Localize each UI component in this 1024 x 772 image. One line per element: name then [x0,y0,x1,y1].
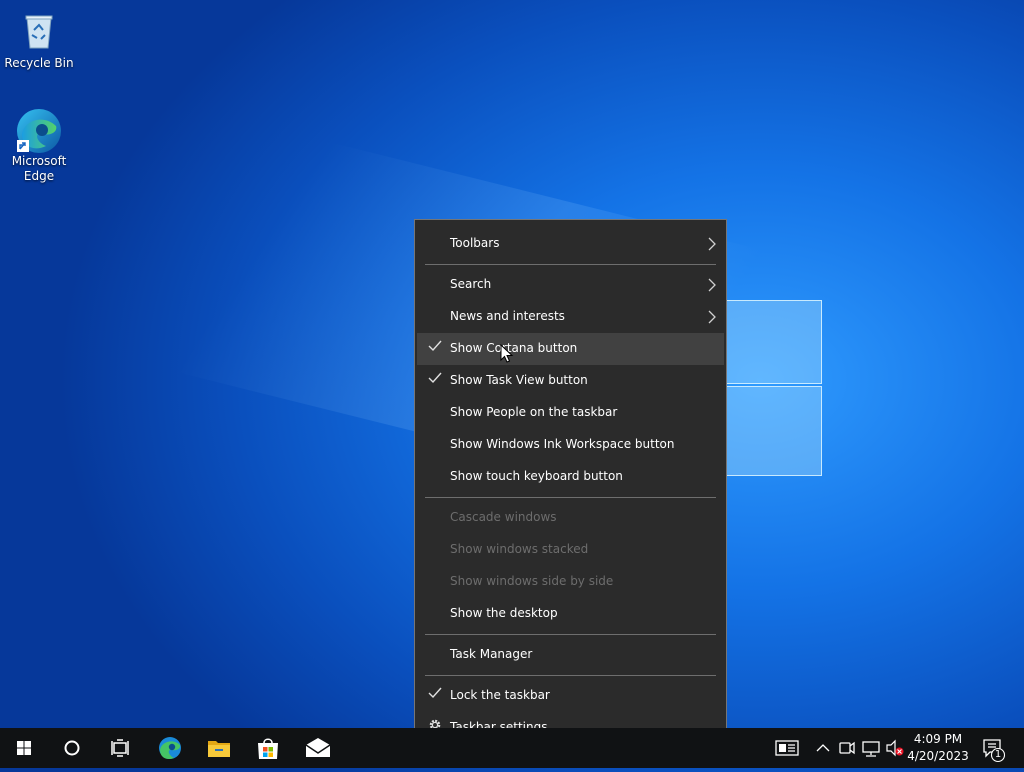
chevron-up-icon [816,744,830,752]
cortana-button[interactable] [48,728,96,768]
menu-item-show-the-desktop[interactable]: Show the desktop [417,598,724,630]
taskbar-edge-button[interactable] [146,728,194,768]
menu-item-search[interactable]: Search [417,269,724,301]
menu-separator [425,264,716,265]
shortcut-arrow-icon [17,140,29,152]
menu-separator [425,497,716,498]
task-view-icon [111,739,129,757]
start-icon [17,741,31,755]
volume-muted-icon [886,739,904,757]
network-button[interactable] [860,728,882,768]
mail-icon [305,738,331,757]
menu-item-show-windows-side-by-side: Show windows side by side [450,574,614,588]
file-explorer-icon [208,741,230,757]
checkmark-icon [428,340,442,352]
microsoft-store-button[interactable] [244,728,292,768]
mail-button[interactable] [294,728,342,768]
chevron-right-icon [708,237,716,251]
network-icon [862,741,880,757]
checkmark-icon [428,372,442,384]
taskbar-context-menu: Toolbars Search News and interests Show … [414,219,727,752]
menu-item-news-and-interests[interactable]: News and interests [417,301,724,333]
menu-separator [425,675,716,676]
desktop-icon-label: Microsoft Edge [11,154,67,183]
edge-icon [17,106,61,153]
start-button[interactable] [0,728,48,768]
taskbar-clock[interactable]: 4:09 PM 4/20/2023 [906,731,970,765]
store-icon [258,738,278,759]
task-view-button[interactable] [96,728,144,768]
menu-item-show-windows-stacked: Show windows stacked [450,542,589,556]
menu-item-toolbars[interactable]: Toolbars [417,228,724,260]
desktop-icon-microsoft-edge[interactable]: Microsoft Edge [1,106,77,184]
windows-logo-wallpaper [722,288,824,480]
news-icon [775,740,799,756]
checkmark-icon [428,687,442,699]
meet-now-icon [839,741,855,755]
menu-item-show-windows-ink[interactable]: Show Windows Ink Workspace button [417,429,724,461]
show-hidden-icons-button[interactable] [812,728,834,768]
recycle-bin-icon [17,8,61,52]
desktop-icon-label: Recycle Bin [4,56,74,70]
menu-item-task-manager[interactable]: Task Manager [417,639,724,671]
menu-item-show-people[interactable]: Show People on the taskbar [417,397,724,429]
taskbar: 4:09 PM 4/20/2023 1 [0,728,1024,768]
mouse-pointer-icon [500,344,514,363]
action-center-button[interactable]: 1 [978,728,1012,768]
cortana-icon [64,740,80,756]
menu-item-show-cortana-button[interactable]: Show Cortana button [417,333,724,365]
menu-item-show-touch-keyboard[interactable]: Show touch keyboard button [417,461,724,493]
menu-item-cascade-windows: Cascade windows [450,510,557,524]
file-explorer-button[interactable] [195,728,243,768]
volume-button[interactable] [884,728,906,768]
notification-count-badge: 1 [994,749,1002,760]
menu-item-show-task-view-button[interactable]: Show Task View button [417,365,724,397]
edge-icon [159,737,181,760]
menu-separator [425,634,716,635]
chevron-right-icon [708,310,716,324]
desktop-icon-recycle-bin[interactable]: Recycle Bin [1,8,77,71]
meet-now-button[interactable] [836,728,858,768]
clock-time: 4:09 PM [913,732,963,746]
menu-item-lock-the-taskbar[interactable]: Lock the taskbar [417,680,724,712]
news-and-interests-button[interactable] [772,728,802,768]
chevron-right-icon [708,278,716,292]
clock-date: 4/20/2023 [907,749,969,763]
